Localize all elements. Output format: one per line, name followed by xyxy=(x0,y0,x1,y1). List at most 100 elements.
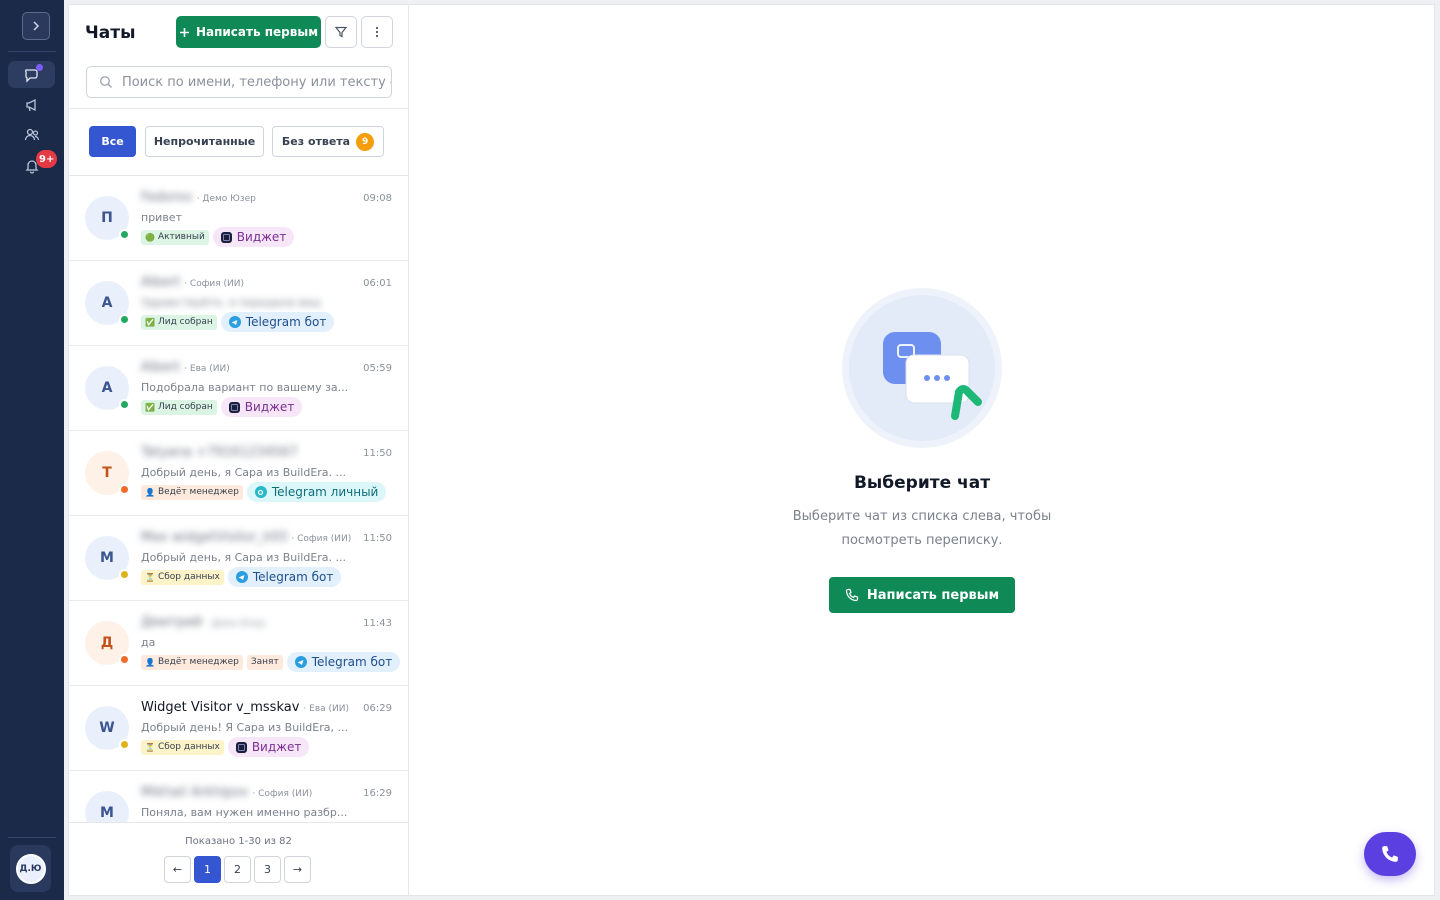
online-status-dot xyxy=(119,399,130,410)
telegram-icon xyxy=(228,316,241,328)
channel-tag: Telegram бот xyxy=(227,567,342,587)
chat-list-item[interactable]: А Albert · Ева (ИИ) 05:59 Подобрала вариа… xyxy=(69,346,408,431)
search-field[interactable] xyxy=(86,66,392,98)
message-time: 11:50 xyxy=(363,448,392,459)
filter-unread-tab[interactable]: Непрочитанные xyxy=(145,126,264,157)
contact-name: Дмитрий xyxy=(141,615,203,630)
chat-view: Выберите чат Выберите чат из списка слев… xyxy=(409,4,1435,896)
busy-status-dot xyxy=(119,654,130,665)
message-time: 11:50 xyxy=(363,533,392,544)
assigned-agent: · Ева (ИИ) xyxy=(184,364,230,374)
megaphone-icon xyxy=(25,98,36,111)
user-avatar: Д.Ю xyxy=(15,853,46,884)
phone-icon xyxy=(1382,846,1398,862)
chat-list-item[interactable]: М Mikhail Arkhipov · София (ИИ) 16:29 Пон… xyxy=(69,771,408,822)
plus-icon xyxy=(179,27,189,37)
online-status-dot xyxy=(119,229,130,240)
users-icon xyxy=(24,128,39,140)
status-emoji-icon: ✅ xyxy=(145,317,155,327)
status-tag: 🟢 Активный xyxy=(141,229,209,245)
empty-state-title: Выберите чат xyxy=(853,473,991,493)
assigned-agent: · София (ИИ) xyxy=(184,279,245,289)
contact-name: Max widgetVisitor_k93 xyxy=(141,530,288,545)
page-title: Чаты xyxy=(85,23,136,43)
more-options-button[interactable] xyxy=(361,16,393,48)
funnel-icon xyxy=(334,26,348,38)
last-message: Добрый день, я Сара из BuildEra. ... xyxy=(141,466,347,479)
busy-tag: Занят xyxy=(246,654,283,670)
nav-chats[interactable] xyxy=(8,61,55,88)
chevron-right-icon xyxy=(33,21,40,31)
nav-contacts[interactable] xyxy=(8,121,55,148)
notifications-badge: 9+ xyxy=(36,150,58,168)
write-first-cta-button[interactable]: Написать первым xyxy=(829,577,1015,613)
page-button-2[interactable]: 2 xyxy=(224,856,251,883)
telegram-personal-icon xyxy=(254,486,267,498)
status-emoji-icon: ⏳ xyxy=(145,742,155,752)
assigned-agent: · София (ИИ) xyxy=(252,789,313,799)
channel-tag: Telegram бот xyxy=(286,652,401,672)
header-divider xyxy=(69,108,408,109)
no-reply-count-badge: 9 xyxy=(356,132,375,151)
message-time: 05:59 xyxy=(363,363,392,374)
filter-all-tab[interactable]: Все xyxy=(89,126,136,157)
user-menu-button[interactable]: Д.Ю xyxy=(10,845,51,892)
chat-list-item[interactable]: М Max widgetVisitor_k93 · София (ИИ) 11:5… xyxy=(69,516,408,601)
last-message: да xyxy=(141,636,156,649)
message-time: 06:29 xyxy=(363,703,392,714)
search-icon xyxy=(100,76,112,88)
filter-button[interactable] xyxy=(325,16,357,48)
rail-divider xyxy=(8,837,56,838)
status-tag: ✅ Лид собран xyxy=(141,314,217,330)
chat-list-item[interactable]: П Fedorov · Демо Юзер 09:08 привет 🟢 Актив… xyxy=(69,176,408,261)
chat-illustration-icon xyxy=(842,288,1002,448)
message-time: 06:01 xyxy=(363,278,392,289)
chat-list-item[interactable]: Д Дмитрий · Демо Юзер 11:43 да 👤 Ведёт мен… xyxy=(69,601,408,686)
assigned-agent: · София (ИИ) xyxy=(291,534,352,544)
status-emoji-icon: ⏳ xyxy=(145,572,155,582)
contact-avatar: М xyxy=(85,791,129,822)
last-message: Добрый день! Я Сара из BuildEra, ... xyxy=(141,721,348,734)
widget-icon xyxy=(228,401,240,413)
message-time: 11:43 xyxy=(363,618,392,629)
status-emoji-icon: 👤 xyxy=(145,487,155,497)
status-emoji-icon: 🟢 xyxy=(145,232,155,242)
channel-tag: Telegram личный xyxy=(246,482,387,502)
page-button-1[interactable]: 1 xyxy=(194,856,221,883)
chat-list-item[interactable]: W Widget Visitor v_msskav · Ева (ИИ) 06:2… xyxy=(69,686,408,771)
channel-tag: Виджет xyxy=(227,737,310,757)
call-fab-button[interactable] xyxy=(1364,832,1416,876)
phone-icon xyxy=(845,588,858,602)
pagination-info: Показано 1-30 из 82 xyxy=(185,836,292,847)
chat-list: П Fedorov · Демо Юзер 09:08 привет 🟢 Актив… xyxy=(69,176,408,822)
unread-dot xyxy=(36,64,43,71)
last-message: Поняла, вам нужен именно разбр... xyxy=(141,806,348,819)
telegram-icon xyxy=(294,656,307,668)
assigned-agent: · Демо Юзер xyxy=(206,619,266,629)
contact-name: Albert xyxy=(141,275,181,290)
write-first-button[interactable]: Написать первым xyxy=(176,16,321,48)
status-tag: ✅ Лид собран xyxy=(141,399,217,415)
last-message: Подобрала вариант по вашему за... xyxy=(141,381,349,394)
prev-page-button[interactable]: ← xyxy=(164,856,191,883)
next-page-button[interactable]: → xyxy=(284,856,311,883)
page-button-3[interactable]: 3 xyxy=(254,856,281,883)
chat-list-item[interactable]: Т Tatyana +79161234567 11:50 Добрый день… xyxy=(69,431,408,516)
assigned-agent: · Ева (ИИ) xyxy=(303,704,349,714)
nav-campaigns[interactable] xyxy=(8,91,55,118)
contact-name: Albert xyxy=(141,360,181,375)
busy-status-dot xyxy=(119,484,130,495)
expand-sidebar-button[interactable] xyxy=(22,12,50,40)
filter-no-reply-tab[interactable]: Без ответа 9 xyxy=(272,126,384,157)
widget-icon xyxy=(220,231,232,243)
filter-no-reply-label: Без ответа xyxy=(281,135,351,148)
write-first-cta-label: Написать первым xyxy=(866,587,1000,603)
telegram-icon xyxy=(235,571,248,583)
away-status-dot xyxy=(119,739,130,750)
app-sidebar: 9+ Д.Ю xyxy=(0,0,64,900)
pagination-divider xyxy=(69,822,408,823)
search-input[interactable] xyxy=(121,74,391,90)
status-emoji-icon: ✅ xyxy=(145,402,155,412)
chat-list-item[interactable]: А Albert · София (ИИ) 06:01 Здравствуйте,… xyxy=(69,261,408,346)
online-status-dot xyxy=(119,314,130,325)
